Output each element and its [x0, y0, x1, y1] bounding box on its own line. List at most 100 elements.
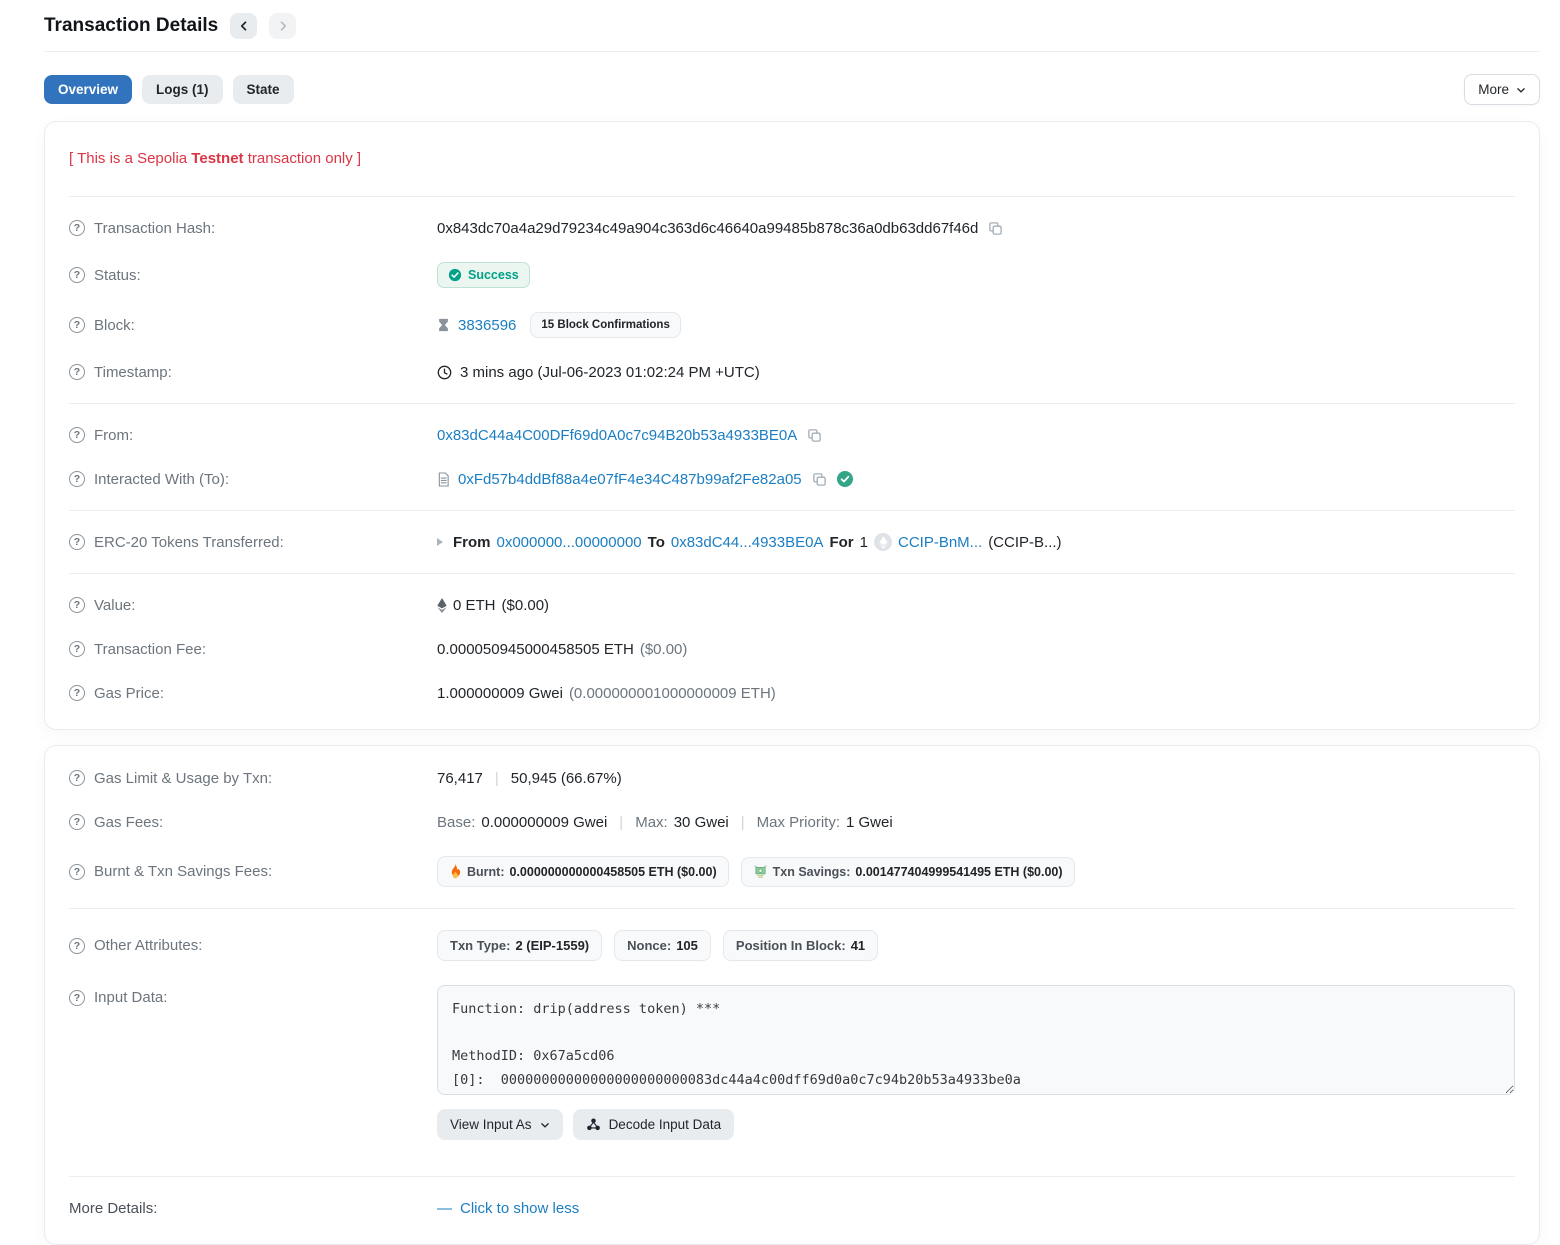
timestamp-row: ? Timestamp: 3 mins ago (Jul-06-2023 01:…: [45, 350, 1539, 394]
interacted-with-address-link[interactable]: 0xFd57b4ddBf88a4e07fF4e34C487b99af2Fe82a…: [458, 471, 802, 488]
erc20-to-label: To: [648, 534, 665, 551]
token-name-link[interactable]: CCIP-BnM...: [898, 534, 982, 551]
testnet-warning-bold: Testnet: [191, 150, 243, 167]
show-less-toggle[interactable]: — Click to show less: [437, 1200, 579, 1217]
erc20-to-address-link[interactable]: 0x83dC44...4933BE0A: [671, 534, 824, 551]
position-in-block-label: Position In Block:: [736, 938, 846, 953]
question-circle-icon[interactable]: ?: [69, 864, 85, 880]
pipe-separator: |: [735, 814, 751, 831]
show-less-label: Click to show less: [460, 1200, 579, 1217]
question-circle-icon[interactable]: ?: [69, 597, 85, 613]
more-button-label: More: [1478, 82, 1509, 97]
minus-icon: —: [437, 1200, 452, 1217]
tab-state[interactable]: State: [233, 75, 294, 104]
section-divider: [69, 908, 1515, 909]
other-attributes-label: Other Attributes:: [94, 937, 202, 954]
chevron-right-icon: [277, 20, 289, 32]
page: Transaction Details Overview Logs (1) St…: [0, 0, 1560, 1245]
transaction-fee-amount: 0.000050945000458505 ETH: [437, 641, 634, 658]
nonce-value: 105: [676, 938, 698, 953]
other-attributes-label-group: ? Other Attributes:: [69, 937, 437, 954]
gas-fees-label-group: ? Gas Fees:: [69, 814, 437, 831]
block-number-link[interactable]: 3836596: [458, 317, 516, 334]
next-transaction-button[interactable]: [269, 13, 296, 39]
testnet-warning-prefix: [ This is a Sepolia: [69, 150, 191, 167]
txn-type-value: 2 (EIP-1559): [515, 938, 589, 953]
question-circle-icon[interactable]: ?: [69, 770, 85, 786]
money-wings-icon: [753, 865, 768, 878]
position-in-block-value: 41: [851, 938, 865, 953]
contract-file-icon: [437, 472, 450, 487]
erc20-label-group: ? ERC-20 Tokens Transferred:: [69, 534, 437, 551]
txn-type-label: Txn Type:: [450, 938, 510, 953]
transaction-fee-usd: ($0.00): [640, 641, 688, 658]
question-circle-icon[interactable]: ?: [69, 814, 85, 830]
erc20-transfers-row: ? ERC-20 Tokens Transferred: From 0x0000…: [45, 520, 1539, 564]
verified-contract-icon: [837, 471, 853, 487]
base-fee-label: Base:: [437, 814, 475, 831]
value-amount: 0 ETH: [453, 597, 496, 614]
copy-to-address-button[interactable]: [810, 470, 829, 489]
max-fee-label: Max:: [635, 814, 668, 831]
tab-logs[interactable]: Logs (1): [142, 75, 223, 104]
transaction-hash-label-group: ? Transaction Hash:: [69, 220, 437, 237]
section-divider: [69, 573, 1515, 574]
fire-icon: [449, 864, 462, 879]
burnt-savings-label-group: ? Burnt & Txn Savings Fees:: [69, 863, 437, 880]
value-label-group: ? Value:: [69, 597, 437, 614]
from-row: ? From: 0x83dC44a4C00DFf69d0A0c7c94B20b5…: [45, 413, 1539, 457]
input-data-label-group: ? Input Data:: [69, 985, 437, 1006]
prev-transaction-button[interactable]: [230, 13, 257, 39]
view-input-as-button[interactable]: View Input As: [437, 1109, 563, 1140]
gas-price-eth: (0.000000001000000009 ETH): [569, 685, 776, 702]
gas-limit-value: 76,417: [437, 770, 483, 787]
interacted-with-row: ? Interacted With (To): 0xFd57b4ddBf88a4…: [45, 457, 1539, 501]
input-data-actions: View Input As Decode Input Data: [437, 1109, 1515, 1140]
question-circle-icon[interactable]: ?: [69, 364, 85, 380]
section-divider: [69, 510, 1515, 511]
base-fee-value: 0.000000009 Gwei: [481, 814, 607, 831]
eth-diamond-icon: [437, 598, 447, 613]
view-input-as-label: View Input As: [450, 1117, 532, 1132]
check-circle-icon: [448, 268, 462, 282]
question-circle-icon[interactable]: ?: [69, 641, 85, 657]
txn-type-badge: Txn Type: 2 (EIP-1559): [437, 930, 602, 961]
tab-overview[interactable]: Overview: [44, 75, 132, 104]
decode-input-data-button[interactable]: Decode Input Data: [573, 1109, 735, 1140]
input-data-textarea[interactable]: Function: drip(address token) *** Method…: [437, 985, 1515, 1095]
timestamp-value: 3 mins ago (Jul-06-2023 01:02:24 PM +UTC…: [460, 364, 760, 381]
transaction-hash-row: ? Transaction Hash: 0x843dc70a4a29d79234…: [45, 206, 1539, 250]
question-circle-icon[interactable]: ?: [69, 471, 85, 487]
status-label-group: ? Status:: [69, 267, 437, 284]
burnt-fee-badge: Burnt: 0.000000000000458505 ETH ($0.00): [437, 856, 729, 887]
from-address-link[interactable]: 0x83dC44a4C00DFf69d0A0c7c94B20b53a4933BE…: [437, 427, 797, 444]
erc20-from-label: From: [453, 534, 491, 551]
question-circle-icon[interactable]: ?: [69, 685, 85, 701]
txn-savings-label: Txn Savings:: [773, 865, 851, 879]
question-circle-icon[interactable]: ?: [69, 427, 85, 443]
details-card: ? Gas Limit & Usage by Txn: 76,417 | 50,…: [44, 745, 1540, 1245]
gas-limit-label-group: ? Gas Limit & Usage by Txn:: [69, 770, 437, 787]
question-circle-icon[interactable]: ?: [69, 317, 85, 333]
interacted-with-label: Interacted With (To):: [94, 471, 229, 488]
question-circle-icon[interactable]: ?: [69, 220, 85, 236]
timestamp-label-group: ? Timestamp:: [69, 364, 437, 381]
chevron-down-icon: [540, 1120, 550, 1130]
decode-nodes-icon: [586, 1117, 601, 1132]
transaction-fee-row: ? Transaction Fee: 0.000050945000458505 …: [45, 627, 1539, 671]
question-circle-icon[interactable]: ?: [69, 267, 85, 283]
copy-hash-button[interactable]: [986, 219, 1005, 238]
status-value: Success: [468, 268, 519, 282]
erc20-from-address-link[interactable]: 0x000000...00000000: [497, 534, 642, 551]
more-dropdown-button[interactable]: More: [1464, 74, 1540, 105]
transaction-fee-label-group: ? Transaction Fee:: [69, 641, 437, 658]
token-icon: [874, 533, 892, 551]
question-circle-icon[interactable]: ?: [69, 938, 85, 954]
max-fee-value: 30 Gwei: [674, 814, 729, 831]
other-attributes-row: ? Other Attributes: Txn Type: 2 (EIP-155…: [45, 918, 1539, 973]
question-circle-icon[interactable]: ?: [69, 534, 85, 550]
page-header: Transaction Details: [44, 0, 1540, 51]
question-circle-icon[interactable]: ?: [69, 990, 85, 1006]
clock-icon: [437, 365, 452, 380]
copy-from-address-button[interactable]: [805, 426, 824, 445]
